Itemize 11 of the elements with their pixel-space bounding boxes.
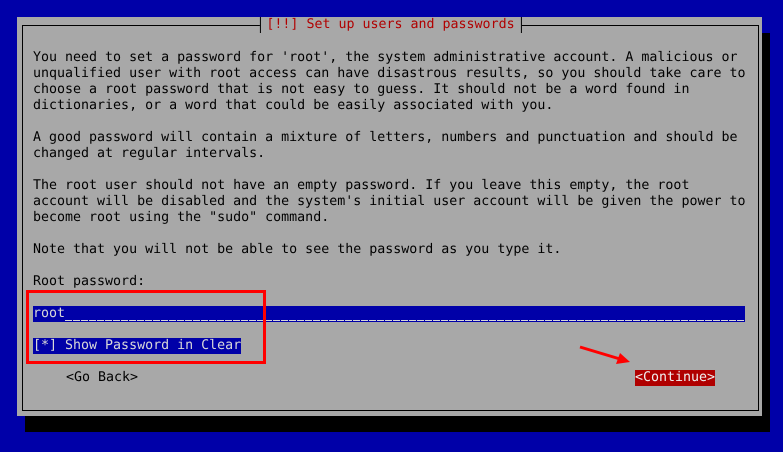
arrow-icon — [580, 346, 630, 364]
dialog-button[interactable]: <Go Back> — [66, 370, 138, 386]
dialog-button[interactable]: <Continue> — [634, 370, 715, 386]
paragraph: The root user should not have an empty password. If you leave this empty, the root account will be disabled and the system's initial user account will be given the power to become root using the "sudo" command. — [33, 178, 746, 226]
show-password-checkbox[interactable]: [*] Show Password in Clear — [33, 338, 242, 354]
field-label: Root password: — [33, 274, 146, 290]
paragraph: A good password will contain a mixture of letters, numbers and punctuation and should be changed at regular intervals. — [33, 130, 738, 162]
password-field[interactable]: root — [33, 306, 745, 322]
dialog-title: [!!] Set up users and passwords — [259, 17, 522, 33]
paragraph: You need to set a password for 'root', the system administrative account. A malicious or unqualified user with root access can have disastrous results, so you should take care to choose a root password that is not easy to guess. It should not be a word found in dictionaries, or a word that could be easily associated with you. — [33, 50, 746, 114]
paragraph: Note that you will not be able to see the password as you type it. — [33, 242, 562, 258]
